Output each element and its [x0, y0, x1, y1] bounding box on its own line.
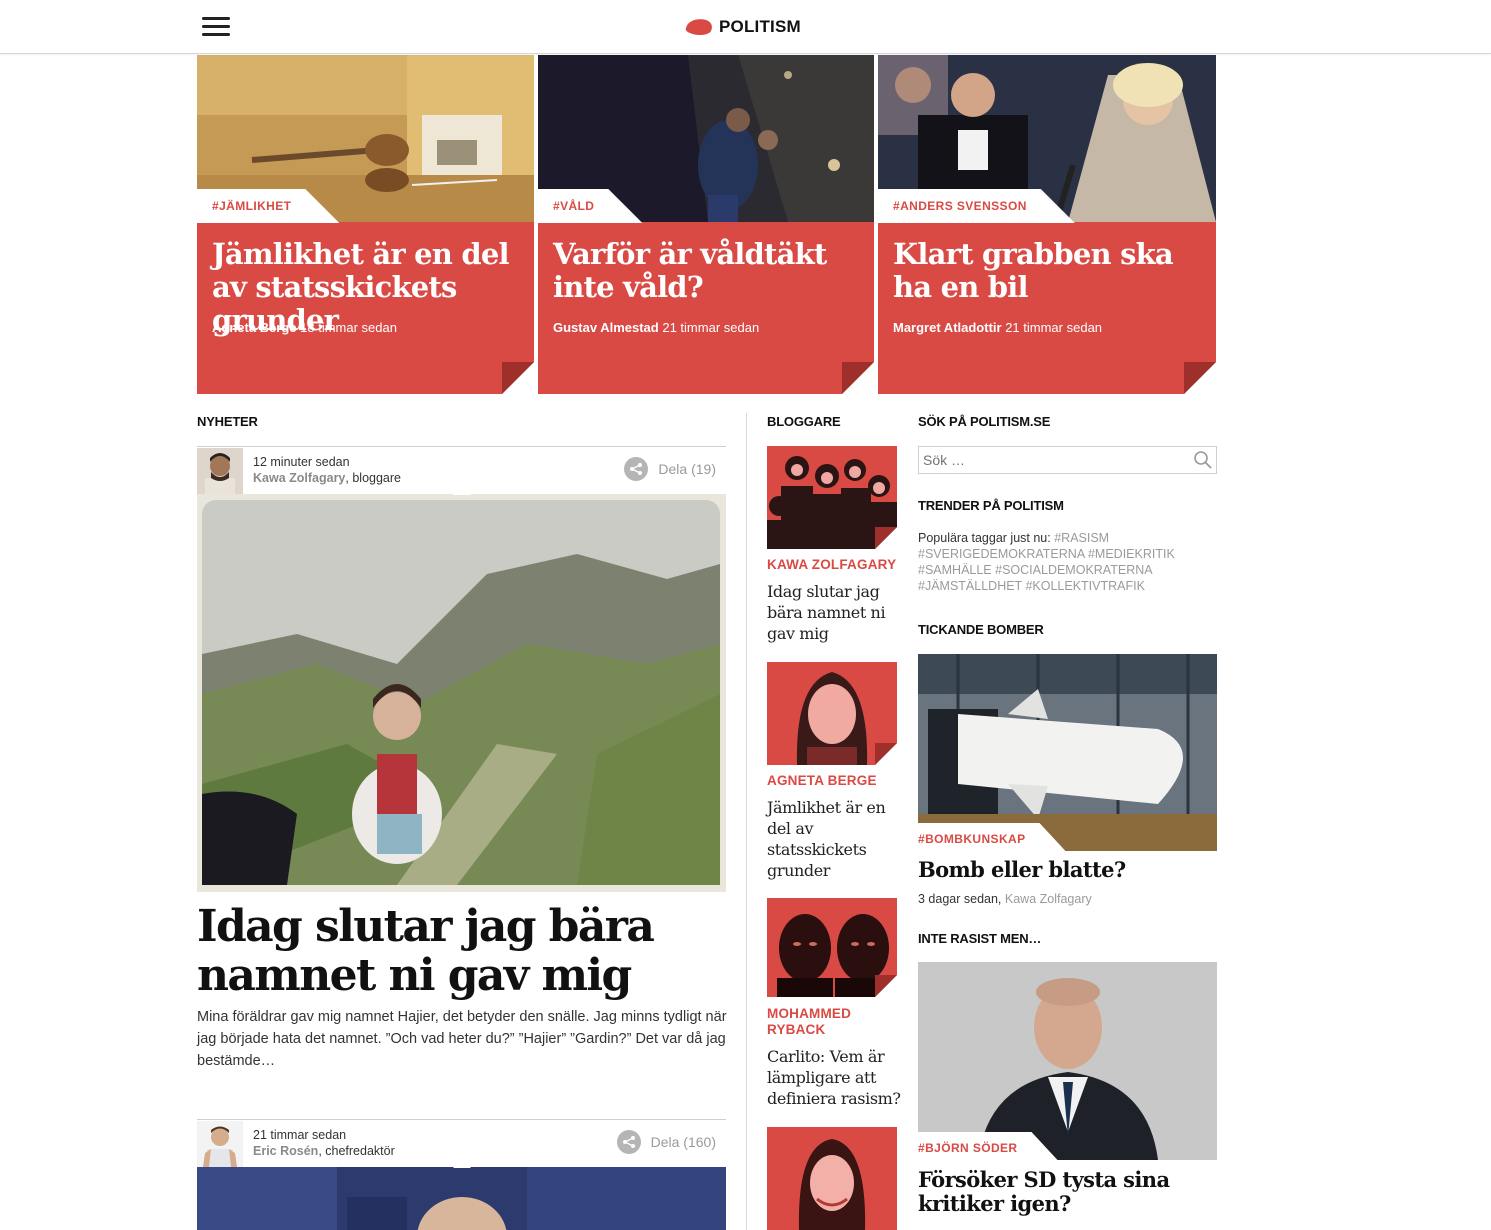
share-count: Dela (19) — [658, 461, 716, 477]
share-icon — [624, 457, 649, 481]
main-article-title[interactable]: Idag slutar jag bära namnet ni gav mig — [197, 902, 737, 1000]
corner-fold-icon — [875, 743, 897, 765]
search-input[interactable] — [919, 447, 1179, 473]
header-notch — [453, 1159, 471, 1168]
trend-tag[interactable]: #MEDIEKRITIK — [1088, 547, 1175, 561]
main-article-image[interactable] — [197, 494, 726, 892]
featured-card-1[interactable]: #JÄMLIKHET Jämlikhet är en del av statss… — [197, 55, 534, 394]
trend-tag[interactable]: #SVERIGEDEMOKRATERNA — [918, 547, 1084, 561]
featured-card-2[interactable]: #VÅLD Varför är våldtäkt inte våld? Gust… — [538, 55, 874, 394]
corner-fold-icon — [842, 362, 874, 394]
blogger-image-1[interactable] — [767, 446, 897, 549]
featured-author-3[interactable]: Margret Atladottir — [893, 320, 1002, 335]
post-time: 12 minuter sedan — [253, 455, 350, 469]
corner-fold-icon — [502, 362, 534, 394]
trend-tag[interactable]: #SOCIALDEMOKRATERNA — [995, 563, 1152, 577]
corner-fold-icon — [1184, 362, 1216, 394]
bomb-article-author[interactable]: Kawa Zolfagary — [1005, 892, 1092, 906]
corner-fold-icon — [875, 975, 897, 997]
featured-title-3[interactable]: Klart grabben ska ha en bil — [893, 238, 1204, 304]
post-author[interactable]: Kawa Zolfagary — [253, 471, 345, 485]
blogger-name-3[interactable]: MOHAMMED RYBACK — [767, 1006, 902, 1038]
blogger-name-1[interactable]: KAWA ZOLFAGARY — [767, 557, 902, 573]
news-section-title: NYHETER — [197, 414, 258, 429]
blogger-post-3[interactable]: Carlito: Vem är lämpligare att definiera… — [767, 1046, 902, 1109]
search-icon[interactable] — [1193, 450, 1213, 470]
blogger-image-4[interactable] — [767, 1127, 897, 1230]
featured-title-2[interactable]: Varför är våldtäkt inte våld? — [553, 238, 862, 304]
bomb-article-meta: 3 dagar sedan, Kawa Zolfagary — [918, 892, 1092, 906]
search-section-title: SÖK PÅ POLITISM.SE — [918, 414, 1051, 429]
bombs-section-title: TICKANDE BOMBER — [918, 622, 1044, 637]
post-header-1: 12 minuter sedan Kawa Zolfagary, bloggar… — [197, 446, 726, 495]
featured-card-3[interactable]: #ANDERS SVENSSON Klart grabben ska ha en… — [878, 55, 1216, 394]
search-box — [918, 446, 1217, 474]
bloggers-section-title: BLOGGARE — [767, 414, 841, 429]
header-notch — [453, 486, 471, 495]
blogger-image-2[interactable] — [767, 662, 897, 765]
trending-tags: Populära taggar just nu: #RASISM #SVERIG… — [918, 530, 1218, 594]
post-author[interactable]: Eric Rosén — [253, 1144, 318, 1158]
blogger-post-1[interactable]: Idag slutar jag bära namnet ni gav mig — [767, 581, 902, 644]
blogger-post-2[interactable]: Jämlikhet är en del av statsskickets gru… — [767, 797, 902, 881]
post-author-role: , chefredaktör — [318, 1144, 395, 1158]
top-bar: POLITISM — [0, 0, 1491, 54]
trend-tag[interactable]: #KOLLEKTIVTRAFIK — [1025, 579, 1144, 593]
racist-article-title[interactable]: Försöker SD tysta sina kritiker igen? — [918, 1168, 1218, 1216]
bomb-article-image[interactable]: #BOMBKUNSKAP — [918, 654, 1217, 851]
post-author-line: Kawa Zolfagary, bloggare — [253, 471, 401, 485]
trend-tag[interactable]: #JÄMSTÄLLDHET — [918, 579, 1022, 593]
bomb-tag[interactable]: #BOMBKUNSKAP — [918, 823, 1065, 851]
share-button[interactable]: Dela (160) — [616, 1130, 716, 1154]
racist-article-image[interactable]: #BJÖRN SÖDER — [918, 962, 1217, 1160]
featured-time-2: 21 timmar sedan — [662, 320, 760, 335]
featured-author-1[interactable]: Agneta Berge — [212, 320, 297, 335]
logo-mark-icon — [685, 19, 712, 36]
corner-fold-icon — [875, 527, 897, 549]
second-article-image[interactable] — [197, 1167, 726, 1230]
racist-section-title: INTE RASIST MEN… — [918, 931, 1042, 946]
avatar[interactable] — [197, 448, 243, 494]
blogger-image-3[interactable] — [767, 898, 897, 997]
post-author-line: Eric Rosén, chefredaktör — [253, 1144, 395, 1158]
share-icon — [616, 1130, 641, 1154]
logo-text: POLITISM — [719, 17, 801, 36]
featured-time-3: 21 timmar sedan — [1005, 320, 1103, 335]
post-header-2: 21 timmar sedan Eric Rosén, chefredaktör… — [197, 1119, 726, 1168]
trend-tag[interactable]: #RASISM — [1054, 531, 1109, 545]
share-count: Dela (160) — [650, 1134, 716, 1150]
share-button[interactable]: Dela (19) — [624, 457, 716, 481]
blogger-name-2[interactable]: AGNETA BERGE — [767, 773, 902, 789]
featured-meta-3: Margret Atladottir 21 timmar sedan — [893, 320, 1102, 335]
post-time: 21 timmar sedan — [253, 1128, 347, 1142]
column-divider — [746, 413, 747, 1230]
trend-tag[interactable]: #SAMHÄLLE — [918, 563, 992, 577]
trends-intro: Populära taggar just nu: — [918, 531, 1051, 545]
main-article-excerpt: Mina föräldrar gav mig namnet Hajier, de… — [197, 1009, 727, 1069]
featured-meta-1: Agneta Berge 18 timmar sedan — [212, 320, 397, 335]
featured-time-1: 18 timmar sedan — [300, 320, 397, 335]
site-logo[interactable]: POLITISM — [684, 15, 801, 39]
featured-tag-3[interactable]: #ANDERS SVENSSON — [878, 189, 1075, 223]
bomb-article-title[interactable]: Bomb eller blatte? — [918, 858, 1218, 882]
avatar[interactable] — [197, 1121, 243, 1167]
trends-section-title: TRENDER PÅ POLITISM — [918, 498, 1064, 513]
bomb-article-time: 3 dagar sedan, — [918, 892, 1002, 906]
post-author-role: , bloggare — [345, 471, 401, 485]
featured-author-2[interactable]: Gustav Almestad — [553, 320, 659, 335]
hamburger-menu-icon[interactable] — [202, 17, 230, 37]
featured-meta-2: Gustav Almestad 21 timmar sedan — [553, 320, 759, 335]
